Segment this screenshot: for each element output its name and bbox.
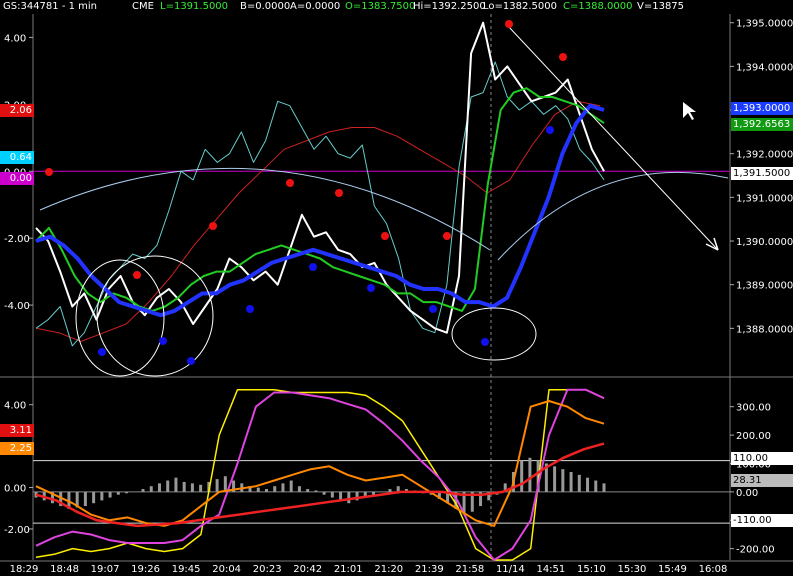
x-tick-label: 21:01 bbox=[334, 564, 363, 575]
osc-left-tick-label: -2.00 bbox=[4, 525, 30, 536]
left-tick-label: -2.00 bbox=[4, 234, 30, 245]
ellipse-annotation bbox=[451, 307, 537, 361]
left-tick-label: 4.00 bbox=[4, 33, 26, 44]
osc-right-tick-label: 300.00 bbox=[736, 403, 771, 414]
x-tick-label: 18:48 bbox=[50, 564, 79, 575]
osc-right-tag: -110.00 bbox=[731, 514, 793, 527]
chart-svg: 18:29 18:48 19:07 19:26 19:45 20:04 20:23 20:42… bbox=[0, 14, 793, 575]
osc-left-tick-label: 0.00 bbox=[4, 484, 26, 495]
signal-dot-red bbox=[133, 271, 141, 279]
signal-dot-red bbox=[286, 179, 294, 187]
signal-dot-blue bbox=[246, 305, 254, 313]
right-tick-label: 1,390.0000 bbox=[736, 237, 793, 248]
right-tick-label: 1,391.0000 bbox=[736, 193, 793, 204]
chart-window: GS:344781 - 1 min CME L=1391.5000 B=0.00… bbox=[0, 0, 793, 576]
x-tick-label: 15:30 bbox=[618, 564, 647, 575]
signal-dot-blue bbox=[367, 284, 375, 292]
signal-dot-blue bbox=[98, 348, 106, 356]
signal-dot-blue bbox=[481, 338, 489, 346]
price-left-tag: 0.00 bbox=[0, 172, 34, 185]
osc-left-tick-label: 4.00 bbox=[4, 401, 26, 412]
right-tick-label: 1,392.0000 bbox=[736, 150, 793, 161]
osc-left-tag: 3.11 bbox=[0, 424, 34, 437]
x-tick-label: 19:45 bbox=[172, 564, 201, 575]
osc-right-tick-label: 0.00 bbox=[736, 488, 758, 499]
osc-right-tag: 28.31 bbox=[731, 474, 793, 487]
arc-annotation bbox=[39, 167, 491, 251]
x-tick-label: 19:07 bbox=[91, 564, 120, 575]
arc-annotation bbox=[497, 171, 729, 261]
x-tick-label: 21:58 bbox=[455, 564, 484, 575]
signal-dot-blue bbox=[309, 263, 317, 271]
x-tick-label: 21:39 bbox=[415, 564, 444, 575]
price-left-tag: 2.06 bbox=[0, 104, 34, 117]
x-tick-label: 16:08 bbox=[699, 564, 728, 575]
signal-dot-blue bbox=[187, 357, 195, 365]
x-tick-label: 19:26 bbox=[131, 564, 160, 575]
x-tick-label: 20:04 bbox=[212, 564, 241, 575]
signal-dot-red bbox=[505, 20, 513, 28]
x-tick-label: 11/14 bbox=[496, 564, 525, 575]
signal-dot-red bbox=[381, 232, 389, 240]
x-tick-label: 20:23 bbox=[253, 564, 282, 575]
price-right-tag: 1,392.6563 bbox=[731, 118, 793, 131]
x-tick-label: 21:20 bbox=[374, 564, 403, 575]
right-tick-label: 1,388.0000 bbox=[736, 324, 793, 335]
right-tick-label: 1,394.0000 bbox=[736, 62, 793, 73]
price-right-tag: 1,391.5000 bbox=[731, 167, 793, 180]
x-tick-label: 20:42 bbox=[293, 564, 322, 575]
price-right-tag: 1,393.0000 bbox=[731, 102, 793, 115]
osc-right-tick-label: 200.00 bbox=[736, 431, 771, 442]
series-blue-ma bbox=[35, 103, 605, 318]
signal-dot-red bbox=[559, 53, 567, 61]
osc-right-tag: 110.00 bbox=[731, 452, 793, 465]
osc-series-yellow bbox=[35, 388, 605, 561]
signal-dot-red bbox=[443, 232, 451, 240]
signal-dot-blue bbox=[546, 126, 554, 134]
series-red-ma bbox=[35, 100, 601, 342]
left-tick-label: -4.00 bbox=[4, 301, 30, 312]
price-left-tag: 0.64 bbox=[0, 151, 34, 164]
signal-dot-red bbox=[335, 189, 343, 197]
osc-left-tag: 2.25 bbox=[0, 442, 34, 455]
x-tick-label: 15:10 bbox=[577, 564, 606, 575]
right-tick-label: 1,395.0000 bbox=[736, 19, 793, 30]
osc-series-magenta bbox=[35, 388, 605, 561]
right-tick-label: 1,389.0000 bbox=[736, 281, 793, 292]
signal-dot-red bbox=[209, 222, 217, 230]
osc-series-orange bbox=[35, 400, 605, 527]
x-tick-label: 15:49 bbox=[658, 564, 687, 575]
x-tick-label: 14:51 bbox=[536, 564, 565, 575]
signal-dot-blue bbox=[159, 337, 167, 345]
x-tick-label: 18:29 bbox=[10, 564, 39, 575]
osc-right-tick-label: -200.00 bbox=[736, 545, 775, 556]
signal-dot-blue bbox=[429, 305, 437, 313]
mouse-cursor bbox=[683, 102, 696, 120]
signal-dot-red bbox=[45, 168, 53, 176]
